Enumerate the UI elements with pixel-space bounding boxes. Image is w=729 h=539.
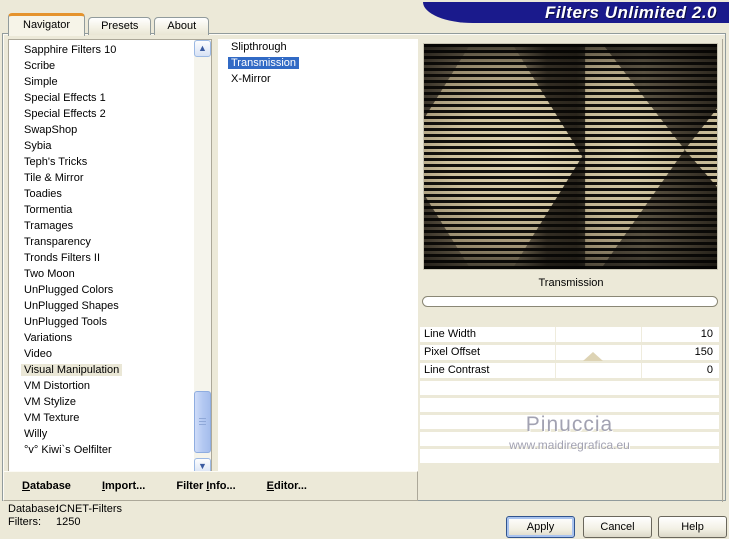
preview-progressbar xyxy=(422,296,718,307)
empty-row xyxy=(420,381,719,395)
empty-row xyxy=(420,398,719,412)
tab[interactable]: Presets xyxy=(88,17,152,35)
category-list-item[interactable]: Two Moon xyxy=(9,266,194,282)
scroll-up-button[interactable]: ▲ xyxy=(194,40,211,57)
filter-list[interactable]: Slipthrough Transmission X-Mirror xyxy=(218,39,418,476)
chevron-down-icon: ▼ xyxy=(198,461,207,471)
title-banner: Filters Unlimited 2.0 xyxy=(423,2,729,23)
navigator-page: Sapphire Filters 10 Scribe Simple Specia… xyxy=(2,33,726,502)
category-list-item[interactable]: Toadies xyxy=(9,186,194,202)
preview-panel: Transmission Line Width 10 Pixel Offset … xyxy=(420,39,723,502)
toolbar-button[interactable]: Import... xyxy=(102,480,145,492)
cancel-button[interactable]: Cancel xyxy=(583,516,652,538)
category-list-item[interactable]: SwapShop xyxy=(9,122,194,138)
filter-name-caption: Transmission xyxy=(538,277,604,289)
status-value: 1250 xyxy=(56,516,81,528)
tab-strip: Navigator Presets About xyxy=(8,13,212,36)
category-list-item[interactable]: Tramages xyxy=(9,218,194,234)
status-label: Filters: xyxy=(8,516,41,528)
database-toolbar: Database Import... Filter Info... Editor... xyxy=(3,471,418,501)
category-list-item[interactable]: VM Stylize xyxy=(9,394,194,410)
scrollbar[interactable]: ▲ ▼ xyxy=(194,40,211,475)
parameter-slider-row[interactable]: Line Contrast 0 xyxy=(420,363,719,378)
parameter-value: 150 xyxy=(694,346,713,358)
category-list-item[interactable]: Sybia xyxy=(9,138,194,154)
category-list-item[interactable]: Video xyxy=(9,346,194,362)
watermark: Pinuccia www.maidiregrafica.eu xyxy=(420,413,719,452)
category-list-item[interactable]: Scribe xyxy=(9,58,194,74)
parameter-value: 0 xyxy=(706,364,713,376)
parameter-label: Line Contrast xyxy=(424,364,490,376)
preview-layer-stripes xyxy=(424,44,717,269)
category-list-item[interactable]: Tronds Filters II xyxy=(9,250,194,266)
category-list-item[interactable]: Tormentia xyxy=(9,202,194,218)
category-list-item[interactable]: UnPlugged Shapes xyxy=(9,298,194,314)
category-list-item[interactable]: UnPlugged Tools xyxy=(9,314,194,330)
tab[interactable]: Navigator xyxy=(8,13,86,36)
category-list-item[interactable]: Tile & Mirror xyxy=(9,170,194,186)
category-list-item[interactable]: Teph's Tricks xyxy=(9,154,194,170)
toolbar-button[interactable]: Editor... xyxy=(267,480,307,492)
category-list-item[interactable]: VM Texture xyxy=(9,410,194,426)
apply-button[interactable]: Apply xyxy=(506,516,575,538)
parameter-label: Line Width xyxy=(424,328,476,340)
category-items: Sapphire Filters 10 Scribe Simple Specia… xyxy=(9,42,194,458)
category-list[interactable]: Sapphire Filters 10 Scribe Simple Specia… xyxy=(8,39,212,476)
category-list-item[interactable]: °v° Kiwi`s Oelfilter xyxy=(9,442,194,458)
filter-list-item[interactable]: Transmission xyxy=(218,55,418,71)
parameter-slider-row[interactable]: Pixel Offset 150 xyxy=(420,345,719,360)
toolbar-button[interactable]: Filter Info... xyxy=(176,480,235,492)
filter-list-item[interactable]: Slipthrough xyxy=(218,39,418,55)
watermark-name: Pinuccia xyxy=(525,413,614,436)
watermark-url: www.maidiregrafica.eu xyxy=(509,438,630,452)
category-list-item[interactable]: Special Effects 2 xyxy=(9,106,194,122)
filter-list-item[interactable]: X-Mirror xyxy=(218,71,418,87)
category-list-item[interactable]: Willy xyxy=(9,426,194,442)
category-list-item[interactable]: Sapphire Filters 10 xyxy=(9,42,194,58)
category-list-item[interactable]: Visual Manipulation xyxy=(9,362,194,378)
chevron-up-icon: ▲ xyxy=(198,43,207,53)
scrollbar-thumb[interactable] xyxy=(194,391,211,453)
category-list-item[interactable]: Special Effects 1 xyxy=(9,90,194,106)
parameter-value: 10 xyxy=(700,328,713,340)
help-button[interactable]: Help xyxy=(658,516,727,538)
category-list-item[interactable]: Simple xyxy=(9,74,194,90)
parameter-label: Pixel Offset xyxy=(424,346,481,358)
filter-preview-image xyxy=(423,43,718,270)
toolbar-button[interactable]: Database xyxy=(22,480,71,492)
category-list-item[interactable]: Transparency xyxy=(9,234,194,250)
slider-position-marker-icon[interactable] xyxy=(583,352,604,361)
parameter-slider-row[interactable]: Line Width 10 xyxy=(420,327,719,342)
status-label: Database: xyxy=(8,503,59,515)
status-area: Database: ICNET-Filters Filters: 1250 xyxy=(8,503,122,528)
category-list-item[interactable]: Variations xyxy=(9,330,194,346)
tab[interactable]: About xyxy=(154,17,210,35)
app-title: Filters Unlimited 2.0 xyxy=(544,2,717,22)
category-list-item[interactable]: UnPlugged Colors xyxy=(9,282,194,298)
status-value: ICNET-Filters xyxy=(56,503,122,515)
category-list-item[interactable]: VM Distortion xyxy=(9,378,194,394)
